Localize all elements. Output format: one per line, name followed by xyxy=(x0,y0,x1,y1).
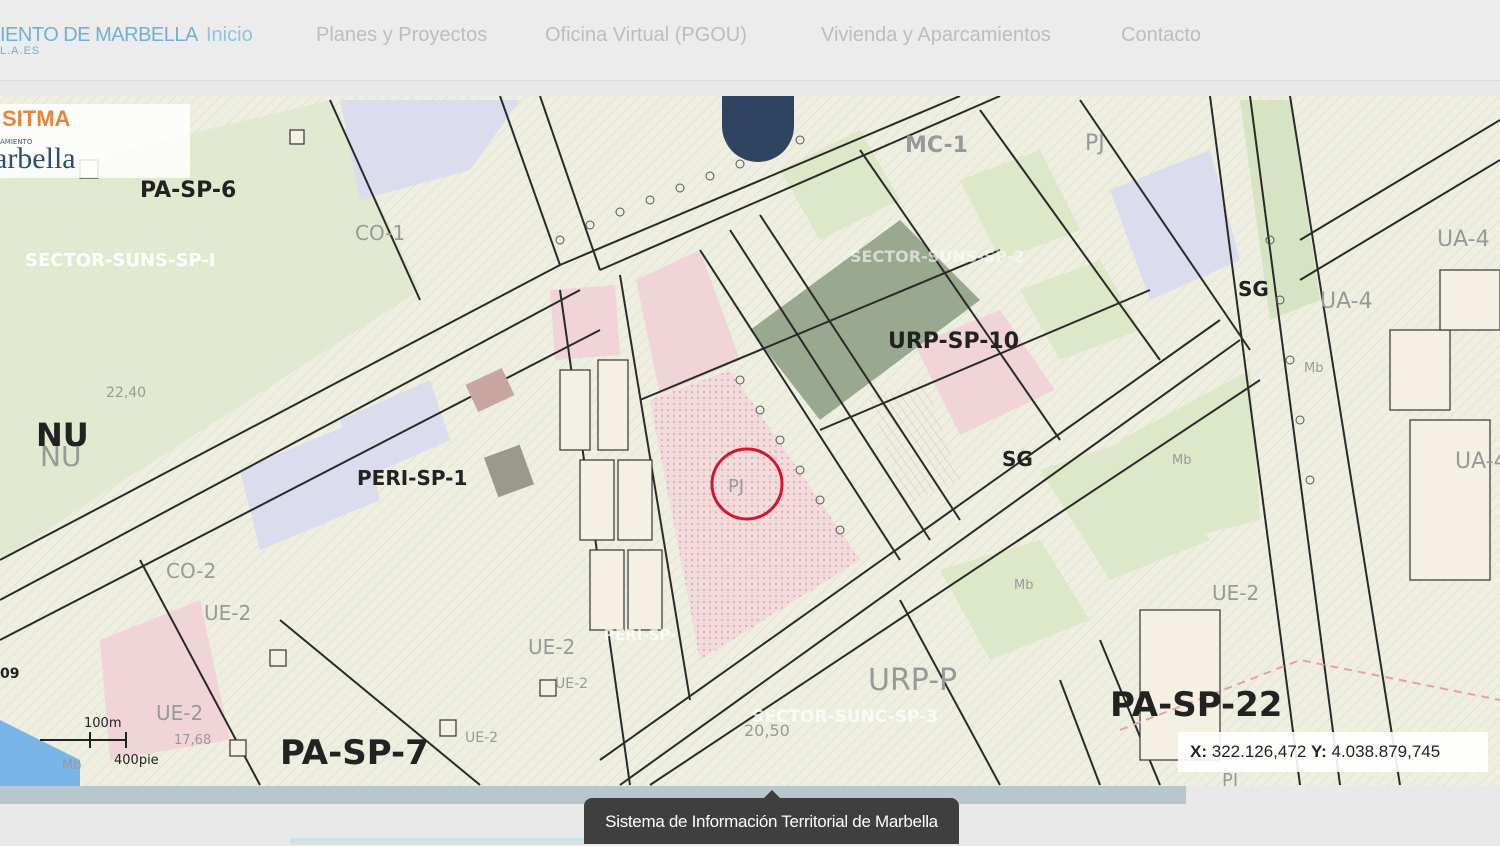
label-peri-sp-1: PERI-SP-1 xyxy=(357,466,467,490)
map-canvas[interactable]: PA-SP-6 SECTOR-SUNS-SP-I NU NU CO-1 MC-1… xyxy=(0,96,1500,786)
label-pj-bottom: PJ xyxy=(1222,770,1238,786)
label-pj-top: PJ xyxy=(1085,131,1105,156)
map-scale-bar: 100m 400pie xyxy=(40,710,180,774)
label-ua-4-a: UA-4 xyxy=(1437,227,1490,252)
label-pa-sp-22: PA-SP-22 xyxy=(1110,685,1282,725)
label-pa-sp-7: PA-SP-7 xyxy=(280,733,429,773)
coord-y-value: 4.038.879,745 xyxy=(1331,742,1441,761)
label-nu-ghost: NU xyxy=(40,440,81,473)
label-sector-sp-2: SECTOR-SUNS-SP-2 xyxy=(850,247,1024,266)
sitma-logo: SITMA AMIENTO arbella xyxy=(0,104,190,178)
label-sector-suns-sp-i: SECTOR-SUNS-SP-I xyxy=(25,250,215,271)
label-mc-1: MC-1 xyxy=(905,133,968,158)
label-ue-2-b: UE-2 xyxy=(528,635,575,659)
coord-x-value: 322.126,472 xyxy=(1211,742,1307,761)
label-sg-1: SG xyxy=(1238,277,1269,301)
site-brand[interactable]: IENTO DE MARBELLA L.A.ES xyxy=(0,24,198,57)
label-mb-3: Mb xyxy=(1304,361,1323,376)
label-mb-1: Mb xyxy=(1172,453,1191,468)
nav-contacto[interactable]: Contacto xyxy=(1121,24,1201,47)
brand-name: IENTO DE MARBELLA xyxy=(0,24,198,46)
scale-feet: 400pie xyxy=(114,753,159,768)
tooltip-sitma: Sistema de Información Territorial de Ma… xyxy=(584,790,959,844)
label-pj-center: PJ xyxy=(728,476,744,497)
label-ue-2-a: UE-2 xyxy=(204,601,251,625)
label-2050: 20,50 xyxy=(744,721,790,740)
nav-inicio[interactable]: Inicio xyxy=(206,24,253,47)
label-co-2: CO-2 xyxy=(166,559,216,583)
label-co-1: CO-1 xyxy=(355,221,405,245)
map-viewer[interactable]: PA-SP-6 SECTOR-SUNS-SP-I NU NU CO-1 MC-1… xyxy=(0,96,1500,786)
label-ue-2-f: UE-2 xyxy=(465,730,498,746)
coord-x-label: X: xyxy=(1190,742,1207,761)
label-ua-4-c: UA-4 xyxy=(1455,449,1500,474)
label-ue-2-d: UE-2 xyxy=(1212,581,1259,605)
nav-vivienda-aparcamientos[interactable]: Vivienda y Aparcamientos xyxy=(821,24,1051,47)
label-urp-p: URP-P xyxy=(868,663,957,698)
nav-oficina-virtual[interactable]: Oficina Virtual (PGOU) xyxy=(545,24,747,47)
coord-y-label: Y: xyxy=(1311,742,1327,761)
logo-sitma-text: SITMA xyxy=(2,106,71,131)
label-ue-2-e: UE-2 xyxy=(555,676,588,692)
label-09: 09 xyxy=(0,666,19,682)
scale-meters: 100m xyxy=(84,716,121,731)
logo-marbella-text: arbella xyxy=(0,142,76,175)
top-navigation-bar: IENTO DE MARBELLA L.A.ES Inicio Planes y… xyxy=(0,0,1500,81)
label-2240: 22,40 xyxy=(106,385,146,401)
nav-planes-proyectos[interactable]: Planes y Proyectos xyxy=(316,24,487,47)
label-pa-sp-6: PA-SP-6 xyxy=(140,178,236,203)
label-sg-2: SG xyxy=(1002,447,1033,471)
coordinates-display: X: 322.126,472 Y: 4.038.879,745 xyxy=(1178,732,1488,772)
label-peri-sp: PERI-SP- xyxy=(604,626,676,644)
label-ua-4-b: UA-4 xyxy=(1320,289,1373,314)
label-mb-2: Mb xyxy=(1014,578,1033,593)
label-urp-sp-10: URP-SP-10 xyxy=(888,329,1019,354)
footer-accent-line xyxy=(290,838,590,844)
